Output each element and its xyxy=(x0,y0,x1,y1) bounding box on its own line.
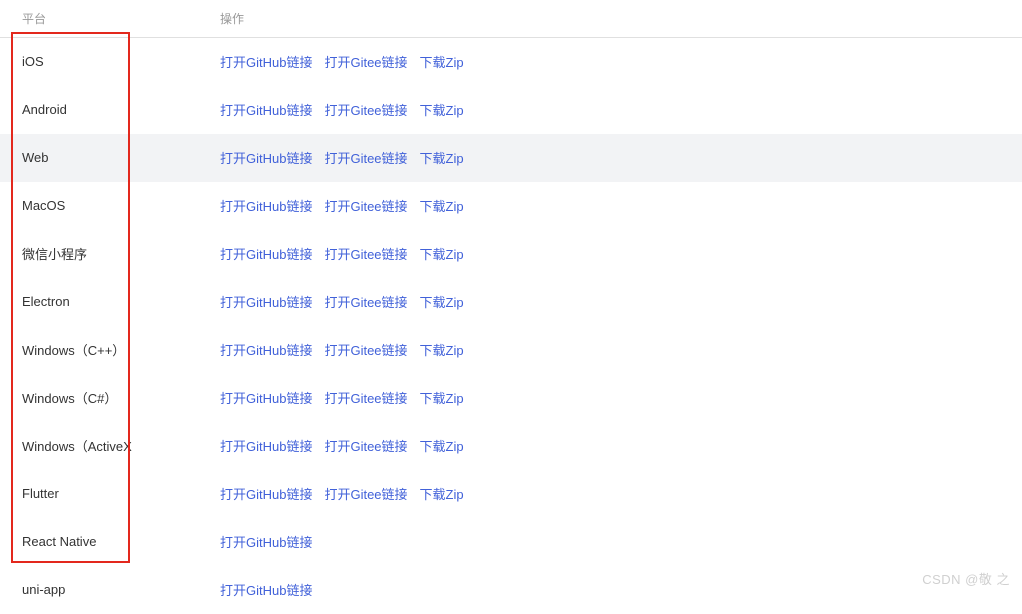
platform-cell: Windows（C#） xyxy=(0,388,220,407)
action-cell: 打开GitHub链接 xyxy=(220,532,1022,551)
platform-table: 平台 操作 iOS打开GitHub链接打开Gitee链接下载ZipAndroid… xyxy=(0,0,1022,614)
table-header: 平台 操作 xyxy=(0,0,1022,38)
table-row: 微信小程序打开GitHub链接打开Gitee链接下载Zip xyxy=(0,230,1022,278)
gitee-link[interactable]: 打开Gitee链接 xyxy=(324,52,407,71)
zip-link[interactable]: 下载Zip xyxy=(420,292,464,311)
action-cell: 打开GitHub链接打开Gitee链接下载Zip xyxy=(220,388,1022,407)
github-link[interactable]: 打开GitHub链接 xyxy=(220,580,312,599)
watermark: CSDN @敬 之 xyxy=(922,569,1010,588)
zip-link[interactable]: 下载Zip xyxy=(420,100,464,119)
gitee-link[interactable]: 打开Gitee链接 xyxy=(324,484,407,503)
github-link[interactable]: 打开GitHub链接 xyxy=(220,532,312,551)
table-row: React Native打开GitHub链接 xyxy=(0,518,1022,566)
zip-link[interactable]: 下载Zip xyxy=(420,484,464,503)
action-cell: 打开GitHub链接打开Gitee链接下载Zip xyxy=(220,52,1022,71)
github-link[interactable]: 打开GitHub链接 xyxy=(220,148,312,167)
gitee-link[interactable]: 打开Gitee链接 xyxy=(324,244,407,263)
github-link[interactable]: 打开GitHub链接 xyxy=(220,484,312,503)
platform-cell: 微信小程序 xyxy=(0,244,220,263)
zip-link[interactable]: 下载Zip xyxy=(420,148,464,167)
header-action: 操作 xyxy=(220,0,1022,37)
action-cell: 打开GitHub链接打开Gitee链接下载Zip xyxy=(220,436,1022,455)
gitee-link[interactable]: 打开Gitee链接 xyxy=(324,148,407,167)
table-row: Windows（C++）打开GitHub链接打开Gitee链接下载Zip xyxy=(0,326,1022,374)
action-cell: 打开GitHub链接打开Gitee链接下载Zip xyxy=(220,148,1022,167)
action-cell: 打开GitHub链接打开Gitee链接下载Zip xyxy=(220,484,1022,503)
platform-cell: Windows（ActiveX xyxy=(0,436,220,455)
platform-cell: Web xyxy=(0,150,220,165)
gitee-link[interactable]: 打开Gitee链接 xyxy=(324,196,407,215)
zip-link[interactable]: 下载Zip xyxy=(420,52,464,71)
table-row: Windows（C#）打开GitHub链接打开Gitee链接下载Zip xyxy=(0,374,1022,422)
action-cell: 打开GitHub链接打开Gitee链接下载Zip xyxy=(220,292,1022,311)
zip-link[interactable]: 下载Zip xyxy=(420,196,464,215)
gitee-link[interactable]: 打开Gitee链接 xyxy=(324,340,407,359)
table-body: iOS打开GitHub链接打开Gitee链接下载ZipAndroid打开GitH… xyxy=(0,38,1022,614)
platform-cell: MacOS xyxy=(0,198,220,213)
table-row: Electron打开GitHub链接打开Gitee链接下载Zip xyxy=(0,278,1022,326)
header-platform: 平台 xyxy=(0,0,220,37)
table-row: MacOS打开GitHub链接打开Gitee链接下载Zip xyxy=(0,182,1022,230)
gitee-link[interactable]: 打开Gitee链接 xyxy=(324,436,407,455)
github-link[interactable]: 打开GitHub链接 xyxy=(220,292,312,311)
table-row: uni-app打开GitHub链接 xyxy=(0,566,1022,614)
platform-cell: Flutter xyxy=(0,486,220,501)
action-cell: 打开GitHub链接打开Gitee链接下载Zip xyxy=(220,340,1022,359)
platform-cell: Windows（C++） xyxy=(0,340,220,359)
github-link[interactable]: 打开GitHub链接 xyxy=(220,388,312,407)
platform-cell: Electron xyxy=(0,294,220,309)
github-link[interactable]: 打开GitHub链接 xyxy=(220,100,312,119)
action-cell: 打开GitHub链接打开Gitee链接下载Zip xyxy=(220,100,1022,119)
github-link[interactable]: 打开GitHub链接 xyxy=(220,436,312,455)
zip-link[interactable]: 下载Zip xyxy=(420,244,464,263)
action-cell: 打开GitHub链接打开Gitee链接下载Zip xyxy=(220,244,1022,263)
zip-link[interactable]: 下载Zip xyxy=(420,388,464,407)
gitee-link[interactable]: 打开Gitee链接 xyxy=(324,100,407,119)
zip-link[interactable]: 下载Zip xyxy=(420,340,464,359)
action-cell: 打开GitHub链接打开Gitee链接下载Zip xyxy=(220,196,1022,215)
table-row: iOS打开GitHub链接打开Gitee链接下载Zip xyxy=(0,38,1022,86)
github-link[interactable]: 打开GitHub链接 xyxy=(220,196,312,215)
gitee-link[interactable]: 打开Gitee链接 xyxy=(324,388,407,407)
github-link[interactable]: 打开GitHub链接 xyxy=(220,52,312,71)
action-cell: 打开GitHub链接 xyxy=(220,580,1022,599)
table-row: Windows（ActiveX打开GitHub链接打开Gitee链接下载Zip xyxy=(0,422,1022,470)
github-link[interactable]: 打开GitHub链接 xyxy=(220,340,312,359)
github-link[interactable]: 打开GitHub链接 xyxy=(220,244,312,263)
zip-link[interactable]: 下载Zip xyxy=(420,436,464,455)
platform-cell: React Native xyxy=(0,534,220,549)
platform-cell: Android xyxy=(0,102,220,117)
table-row: Web打开GitHub链接打开Gitee链接下载Zip xyxy=(0,134,1022,182)
table-row: Android打开GitHub链接打开Gitee链接下载Zip xyxy=(0,86,1022,134)
platform-cell: iOS xyxy=(0,54,220,69)
gitee-link[interactable]: 打开Gitee链接 xyxy=(324,292,407,311)
platform-cell: uni-app xyxy=(0,582,220,597)
table-row: Flutter打开GitHub链接打开Gitee链接下载Zip xyxy=(0,470,1022,518)
